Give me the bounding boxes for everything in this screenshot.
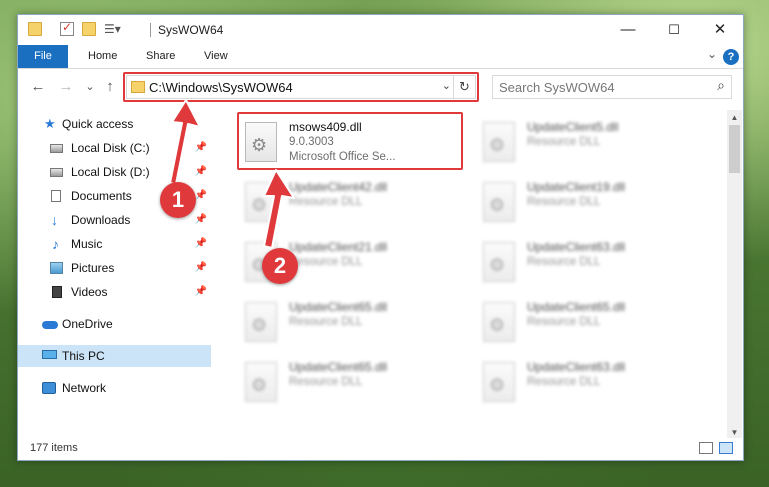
step-1-badge: 1 [160,182,196,218]
arrow-2 [263,169,295,249]
arrow-1 [169,99,201,185]
annotation-arrows [169,99,295,249]
step-2-badge: 2 [262,248,298,284]
